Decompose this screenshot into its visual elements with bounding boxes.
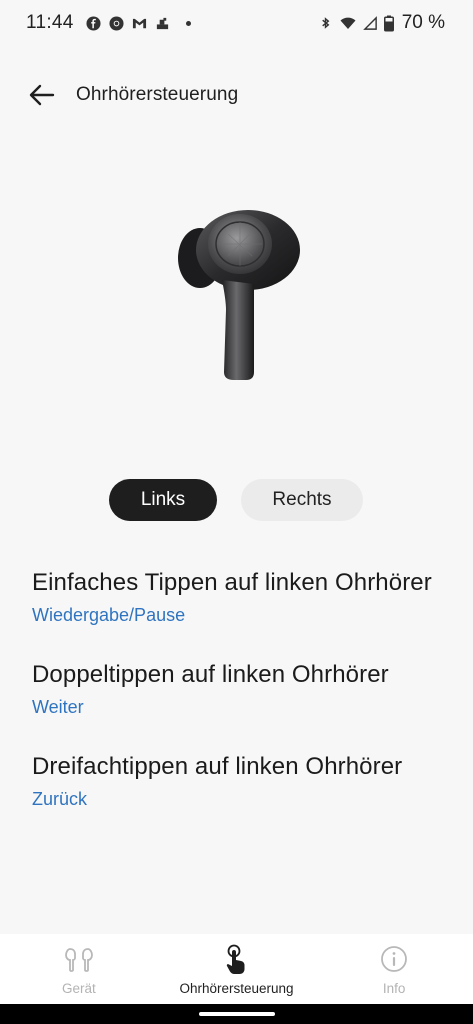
info-icon [381, 946, 408, 972]
nav-label: Gerät [61, 981, 96, 996]
setting-title: Einfaches Tippen auf linken Ohrhörer [32, 569, 432, 596]
battery-percent: 70 % [401, 12, 445, 33]
screen: 11:44 70 % Ohrhörersteuerung Links Recht… [0, 0, 473, 1024]
status-right: 70 % [318, 12, 445, 34]
facebook-icon [86, 15, 101, 31]
nav-item-geraet[interactable]: Gerät [0, 934, 158, 1004]
status-time: 11:44 [26, 12, 74, 33]
setting-title: Doppeltippen auf linken Ohrhörer [32, 661, 389, 688]
nav-label: Info [382, 981, 406, 996]
battery-icon [383, 15, 394, 31]
gmail-icon [132, 18, 146, 28]
segment-rechts[interactable]: Rechts [241, 479, 363, 521]
earbud-image [178, 210, 300, 380]
setting-single-tap[interactable]: Einfaches Tippen auf linken Ohrhörer Wie… [32, 564, 443, 626]
system-gesture-bar [0, 1004, 473, 1024]
status-left: 11:44 [26, 12, 191, 34]
nav-item-ohrhoerersteuerung[interactable]: Ohrhörersteuerung [158, 934, 316, 1004]
touch-icon [226, 944, 244, 974]
bluetooth-icon [321, 16, 330, 29]
arrow-left-icon [29, 84, 55, 106]
bottom-nav: Gerät Ohrhörersteuerung Info [0, 934, 473, 1004]
signal-icon [362, 15, 377, 30]
side-selector: Links Rechts [109, 479, 363, 521]
page-title: Ohrhörersteuerung [76, 84, 239, 105]
setting-title: Dreifachtippen auf linken Ohrhörer [32, 753, 403, 780]
gesture-settings-list: Einfaches Tippen auf linken Ohrhörer Wie… [32, 564, 443, 810]
segment-links[interactable]: Links [109, 479, 217, 521]
earbuds-icon [64, 948, 93, 972]
setting-value: Weiter [32, 697, 84, 717]
app-bar: Ohrhörersteuerung [0, 70, 473, 120]
notification-dot [185, 20, 191, 26]
wifi-icon [340, 17, 356, 29]
app-icon [156, 17, 168, 29]
status-bar: 11:44 70 % [0, 0, 473, 46]
nav-item-info[interactable]: Info [315, 934, 473, 1004]
setting-value: Wiedergabe/Pause [32, 605, 186, 625]
chrome-icon [109, 15, 124, 31]
nav-label: Ohrhörersteuerung [179, 981, 294, 996]
setting-double-tap[interactable]: Doppeltippen auf linken Ohrhörer Weiter [32, 656, 443, 718]
home-gesture-handle[interactable] [198, 1012, 275, 1016]
setting-value: Zurück [32, 789, 88, 809]
back-button[interactable] [22, 75, 62, 115]
setting-triple-tap[interactable]: Dreifachtippen auf linken Ohrhörer Zurüc… [32, 748, 443, 810]
